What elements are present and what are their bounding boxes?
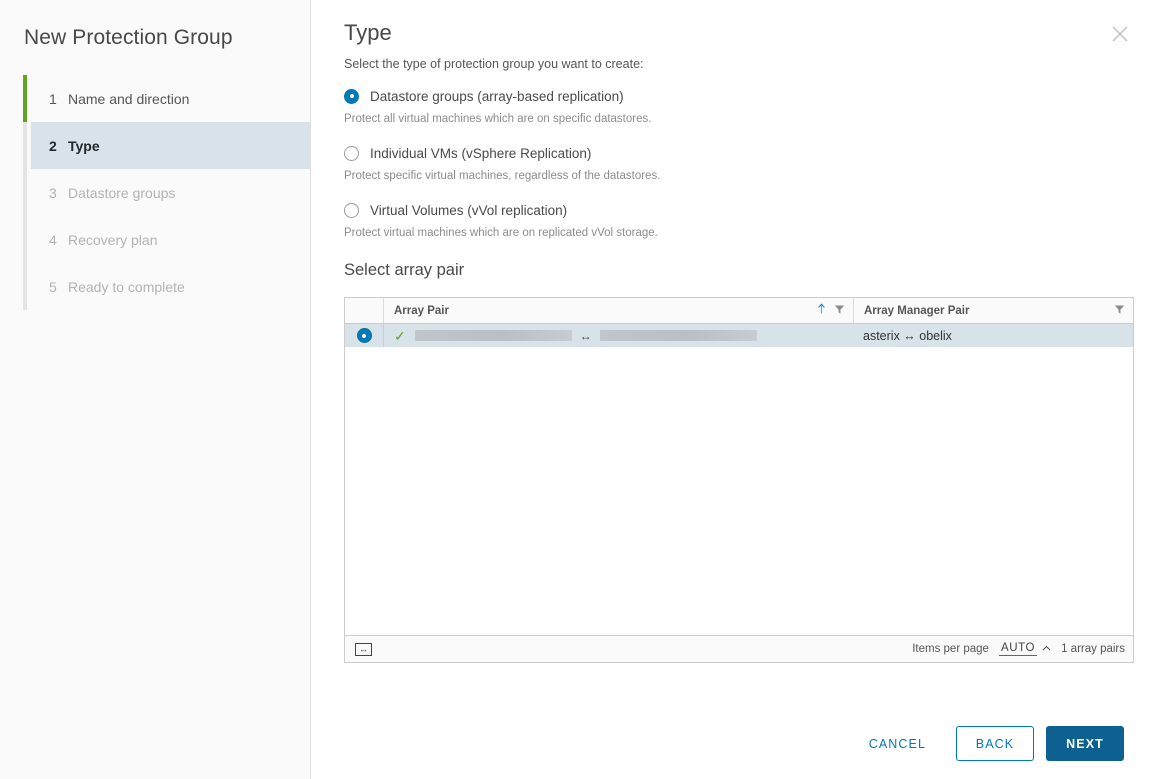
check-icon: ✓ bbox=[394, 327, 406, 344]
array-pair-table: Array Pair Array Manager Pair ✓ ↔ asteri… bbox=[344, 297, 1134, 636]
table-header-array-pair-label: Array Pair bbox=[394, 304, 449, 317]
radio-individual-vms[interactable] bbox=[344, 145, 359, 161]
select-array-pair-heading: Select array pair bbox=[344, 261, 465, 279]
radio-row-virtual-volumes[interactable]: Virtual Volumes (vVol replication) bbox=[344, 200, 1149, 220]
step-progress-bar bbox=[23, 75, 27, 122]
wizard-step-list: 1 Name and direction 2 Type 3 Datastore … bbox=[0, 75, 310, 310]
cancel-button[interactable]: CANCEL bbox=[851, 726, 944, 761]
radio-description-virtual-volumes: Protect virtual machines which are on re… bbox=[344, 227, 658, 239]
items-per-page-select[interactable]: AUTO bbox=[998, 642, 1038, 656]
array-pair-right-redacted bbox=[599, 330, 757, 341]
sidebar-step-name-and-direction[interactable]: 1 Name and direction bbox=[31, 75, 310, 122]
next-button[interactable]: NEXT bbox=[1046, 726, 1124, 761]
step-number: 3 bbox=[49, 184, 57, 201]
sidebar-step-ready-to-complete[interactable]: 5 Ready to complete bbox=[31, 263, 310, 310]
chevron-up-icon[interactable] bbox=[1042, 644, 1051, 654]
option-virtual-volumes: Virtual Volumes (vVol replication) Prote… bbox=[344, 200, 1149, 239]
step-label: Ready to complete bbox=[68, 278, 185, 295]
array-manager-header-controls bbox=[1114, 304, 1125, 318]
step-number: 4 bbox=[49, 231, 57, 248]
wizard-title: New Protection Group bbox=[24, 26, 233, 49]
step-number: 1 bbox=[49, 90, 57, 107]
pagination-controls: Items per page AUTO 1 array pairs bbox=[912, 642, 1125, 656]
table-header-select bbox=[345, 298, 383, 323]
filter-icon[interactable] bbox=[834, 304, 845, 318]
row-radio-selected[interactable] bbox=[356, 328, 372, 343]
step-label: Recovery plan bbox=[68, 231, 158, 248]
table-body: ✓ ↔ asterix ↔ obelix bbox=[345, 324, 1133, 636]
radio-datastore-groups[interactable] bbox=[344, 88, 359, 104]
radio-row-datastore-groups[interactable]: Datastore groups (array-based replicatio… bbox=[344, 86, 1149, 106]
option-datastore-groups: Datastore groups (array-based replicatio… bbox=[344, 86, 1149, 125]
table-header-array-manager-pair[interactable]: Array Manager Pair bbox=[853, 298, 1133, 323]
array-pair-left-redacted bbox=[414, 330, 572, 341]
total-count-label: 1 array pairs bbox=[1061, 643, 1125, 655]
step-number: 5 bbox=[49, 278, 57, 295]
wizard-action-bar: CANCEL BACK NEXT bbox=[851, 726, 1124, 761]
radio-row-individual-vms[interactable]: Individual VMs (vSphere Replication) bbox=[344, 143, 1149, 163]
page-title: Type bbox=[344, 20, 392, 45]
radio-label-virtual-volumes[interactable]: Virtual Volumes (vVol replication) bbox=[370, 203, 567, 218]
sort-ascending-icon[interactable] bbox=[816, 303, 827, 318]
radio-virtual-volumes[interactable] bbox=[344, 202, 359, 218]
row-select-cell[interactable] bbox=[345, 324, 383, 347]
step-label: Type bbox=[68, 137, 100, 154]
fit-columns-icon[interactable]: ↔ bbox=[355, 642, 372, 656]
radio-label-individual-vms[interactable]: Individual VMs (vSphere Replication) bbox=[370, 146, 591, 161]
back-button[interactable]: BACK bbox=[956, 726, 1034, 761]
protection-type-radio-group: Datastore groups (array-based replicatio… bbox=[311, 86, 1149, 239]
page-subtitle: Select the type of protection group you … bbox=[344, 57, 644, 71]
new-protection-group-wizard: New Protection Group 1 Name and directio… bbox=[0, 0, 1149, 779]
step-label: Name and direction bbox=[68, 90, 190, 107]
table-footer: ↔ Items per page AUTO 1 array pairs bbox=[344, 636, 1134, 663]
array-pair-separator: ↔ bbox=[579, 328, 592, 343]
table-header-array-pair[interactable]: Array Pair bbox=[383, 298, 853, 323]
table-header-row: Array Pair Array Manager Pair bbox=[345, 298, 1133, 324]
row-array-pair-cell: ✓ ↔ bbox=[383, 324, 853, 347]
sidebar-step-type[interactable]: 2 Type bbox=[31, 122, 310, 169]
table-row[interactable]: ✓ ↔ asterix ↔ obelix bbox=[345, 324, 1133, 347]
items-per-page-label: Items per page bbox=[912, 643, 989, 655]
wizard-content: Type Select the type of protection group… bbox=[311, 0, 1149, 779]
table-header-array-manager-pair-label: Array Manager Pair bbox=[864, 304, 970, 317]
close-icon[interactable] bbox=[1108, 22, 1132, 46]
row-array-manager-pair-cell: asterix ↔ obelix bbox=[863, 328, 952, 343]
step-label: Datastore groups bbox=[68, 184, 176, 201]
radio-description-datastore-groups: Protect all virtual machines which are o… bbox=[344, 113, 652, 125]
sidebar-step-recovery-plan[interactable]: 4 Recovery plan bbox=[31, 216, 310, 263]
step-number: 2 bbox=[49, 137, 57, 154]
filter-icon[interactable] bbox=[1114, 304, 1125, 318]
option-individual-vms: Individual VMs (vSphere Replication) Pro… bbox=[344, 143, 1149, 182]
sidebar-step-datastore-groups[interactable]: 3 Datastore groups bbox=[31, 169, 310, 216]
radio-description-individual-vms: Protect specific virtual machines, regar… bbox=[344, 170, 661, 182]
wizard-sidebar: New Protection Group 1 Name and directio… bbox=[0, 0, 311, 779]
radio-label-datastore-groups[interactable]: Datastore groups (array-based replicatio… bbox=[370, 89, 624, 104]
array-pair-header-controls bbox=[816, 303, 845, 318]
